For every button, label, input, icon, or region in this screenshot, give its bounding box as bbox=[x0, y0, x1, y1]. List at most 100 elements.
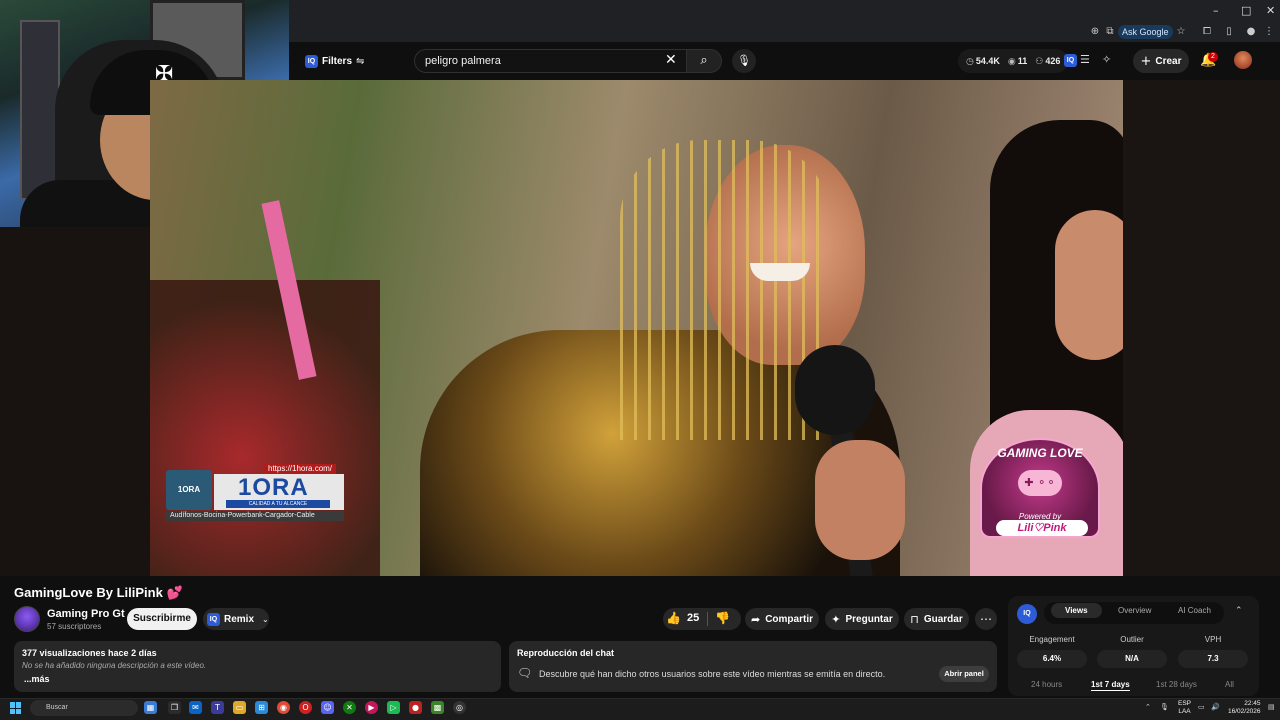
clock-icon: ◷ bbox=[966, 56, 974, 67]
widgets-icon[interactable]: ▦ bbox=[144, 701, 157, 714]
volume-icon[interactable]: 🔊 bbox=[1211, 703, 1220, 711]
iq-icon: IQ bbox=[305, 54, 318, 68]
monitor-icon[interactable]: ▭ bbox=[1198, 703, 1205, 711]
maximize-icon[interactable]: □ bbox=[1241, 4, 1251, 17]
ad-products: Audífonos-Bocina-Powerbank-Cargador-Cabl… bbox=[166, 511, 344, 521]
sparkle-icon: ✦ bbox=[831, 612, 841, 626]
lang-code: ESP bbox=[1178, 700, 1192, 707]
tools-icon[interactable]: ✧ bbox=[1102, 53, 1111, 66]
bookmark-star-icon[interactable]: ☆ bbox=[1174, 25, 1188, 39]
minimize-icon[interactable]: – bbox=[1213, 4, 1219, 17]
microphone-icon: 🎙 bbox=[737, 54, 751, 67]
store-icon[interactable]: ⊞ bbox=[255, 701, 268, 714]
taskbar-search-input[interactable]: Buscar bbox=[30, 700, 138, 716]
range-24-hours[interactable]: 24 hours bbox=[1031, 680, 1062, 689]
lilipink-logo: Lili♡Pink bbox=[996, 520, 1088, 536]
xbox-icon[interactable]: ✕ bbox=[343, 701, 356, 714]
save-label: Guardar bbox=[923, 613, 963, 625]
views-stat: ◷ 54.4K bbox=[966, 56, 1000, 67]
description-empty: No se ha añadido ninguna descripción a e… bbox=[22, 661, 207, 670]
video-smile bbox=[750, 263, 810, 281]
save-button[interactable]: ⊓ Guardar bbox=[904, 608, 969, 630]
voice-search-button[interactable]: 🎙 bbox=[732, 49, 756, 73]
channel-stats: ◷ 54.4K ◉ 11 ⚇ 426 bbox=[958, 49, 1069, 73]
search-button[interactable]: ⌕ bbox=[686, 49, 722, 73]
create-button[interactable]: + Crear bbox=[1133, 49, 1189, 73]
like-button[interactable]: 👍 25 bbox=[666, 611, 699, 625]
opera-icon[interactable]: O bbox=[299, 701, 312, 714]
range-first-7-days[interactable]: 1st 7 days bbox=[1091, 680, 1130, 691]
teams-icon[interactable]: T bbox=[211, 701, 224, 714]
plus-icon: + bbox=[1140, 53, 1152, 69]
outlook-icon[interactable]: ✉ bbox=[189, 701, 202, 714]
chrome-icon[interactable]: ◉ bbox=[277, 701, 290, 714]
screenshot-icon[interactable]: ⧉ bbox=[1103, 25, 1117, 39]
record-app-icon[interactable]: ● bbox=[409, 701, 422, 714]
ad-small-logo: 1ORA bbox=[166, 470, 212, 510]
watching-value: 11 bbox=[1017, 55, 1028, 66]
metric-outlier-value: N/A bbox=[1097, 650, 1167, 668]
tab-ai-coach[interactable]: AI Coach bbox=[1178, 606, 1211, 615]
video-title-text: GamingLove By LiliPink bbox=[14, 585, 163, 600]
tab-views[interactable]: Views bbox=[1051, 603, 1102, 618]
close-window-icon[interactable]: ✕ bbox=[1266, 4, 1275, 17]
account-avatar[interactable] bbox=[1234, 51, 1252, 69]
menu-dots-icon[interactable]: ⋮ bbox=[1262, 25, 1276, 39]
remix-button[interactable]: IQ Remix ⌄ bbox=[203, 608, 269, 630]
range-first-28-days[interactable]: 1st 28 days bbox=[1156, 680, 1197, 689]
windows-start-icon[interactable] bbox=[10, 702, 22, 714]
discord-icon[interactable]: ☺ bbox=[321, 701, 334, 714]
minecraft-icon[interactable]: ▩ bbox=[431, 701, 444, 714]
extensions-icon[interactable]: ⧠ bbox=[1200, 25, 1214, 39]
metric-vph-value: 7.3 bbox=[1178, 650, 1248, 668]
filters-label: Filters bbox=[322, 55, 353, 67]
create-label: Crear bbox=[1155, 55, 1182, 67]
chevron-down-icon: ⌄ bbox=[262, 614, 269, 624]
iq-extension-icon[interactable]: IQ bbox=[1064, 54, 1077, 67]
subscribe-button[interactable]: Suscribirme bbox=[127, 608, 197, 630]
filters-button[interactable]: IQ Filters ⇋ bbox=[305, 51, 364, 71]
notifications-tray-icon[interactable]: ▤ bbox=[1268, 703, 1275, 711]
notification-count-badge: 2 bbox=[1208, 52, 1218, 62]
sliders-icon: ⇋ bbox=[356, 55, 365, 67]
like-divider bbox=[707, 612, 708, 626]
search-query[interactable]: peligro palmera bbox=[425, 55, 501, 67]
thumbs-down-icon[interactable]: 👎 bbox=[715, 611, 730, 625]
thumbs-up-icon: 👍 bbox=[666, 611, 681, 625]
video-side-right bbox=[1123, 80, 1280, 576]
metric-engagement-label: Engagement bbox=[1029, 635, 1075, 644]
like-count: 25 bbox=[686, 612, 700, 624]
clear-search-icon[interactable]: ✕ bbox=[665, 52, 677, 68]
gaming-love-title: GAMING LOVE bbox=[997, 446, 1083, 460]
channel-name[interactable]: Gaming Pro Gt bbox=[47, 608, 125, 620]
zoom-icon[interactable]: ⊕ bbox=[1088, 25, 1102, 39]
sidebar-icon[interactable]: ▯ bbox=[1222, 25, 1236, 39]
system-clock[interactable]: 22:45 16/02/2026 bbox=[1228, 700, 1261, 716]
share-icon: ➦ bbox=[750, 612, 761, 626]
ad-brand-logo: 1ORA bbox=[238, 474, 309, 501]
lang-layout: LAA bbox=[1178, 708, 1191, 715]
metric-engagement-value: 6.4% bbox=[1017, 650, 1087, 668]
obs-icon[interactable]: ◎ bbox=[453, 701, 466, 714]
tab-overview[interactable]: Overview bbox=[1118, 606, 1151, 615]
open-panel-button[interactable]: Abrir panel bbox=[939, 666, 989, 682]
channel-avatar[interactable] bbox=[14, 606, 40, 632]
language-indicator[interactable]: ESP LAA bbox=[1178, 700, 1191, 716]
file-explorer-icon[interactable]: ▭ bbox=[233, 701, 246, 714]
share-label: Compartir bbox=[765, 613, 813, 625]
more-actions-icon[interactable]: ⋯ bbox=[975, 608, 997, 630]
ask-google-button[interactable]: Ask Google bbox=[1118, 25, 1173, 39]
tray-chevron-icon[interactable]: ⌃ bbox=[1145, 703, 1151, 711]
chevron-up-icon[interactable]: ⌃ bbox=[1235, 606, 1243, 616]
play-icon[interactable]: ▷ bbox=[387, 701, 400, 714]
range-all[interactable]: All bbox=[1225, 680, 1234, 689]
microphone-tray-icon[interactable]: 🎙 bbox=[1160, 703, 1169, 711]
list-icon[interactable]: ☰ bbox=[1080, 53, 1090, 66]
media-player-icon[interactable]: ▶ bbox=[365, 701, 378, 714]
show-more-link[interactable]: ...más bbox=[24, 674, 50, 684]
profile-icon[interactable]: ● bbox=[1244, 25, 1258, 39]
task-view-icon[interactable]: ❐ bbox=[168, 701, 181, 714]
ask-button[interactable]: ✦ Preguntar bbox=[825, 608, 899, 630]
share-button[interactable]: ➦ Compartir bbox=[745, 608, 819, 630]
search-icon: ⌕ bbox=[700, 53, 708, 68]
